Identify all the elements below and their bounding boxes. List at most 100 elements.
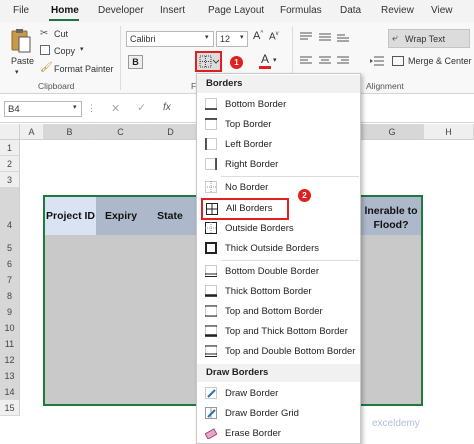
merge-center-button[interactable]: Merge & Center <box>408 56 472 66</box>
menu-item-top-and-double-bottom-border[interactable]: Top and Double Bottom Border <box>197 342 360 362</box>
menu-item-draw-border[interactable]: Draw Border <box>197 384 360 404</box>
menu-item-top-and-bottom-border[interactable]: Top and Bottom Border <box>197 302 360 322</box>
column-header-g[interactable]: G <box>361 124 424 140</box>
tab-insert[interactable]: Insert <box>160 5 185 16</box>
menu-item-left-border[interactable]: Left Border <box>197 135 360 155</box>
row-header-13[interactable]: 13 <box>0 368 20 384</box>
menu-item-label: No Border <box>225 182 269 193</box>
menu-item-label: Thick Bottom Border <box>225 286 312 297</box>
row-header-4[interactable]: 4 <box>0 188 20 240</box>
left-border-icon <box>205 138 217 150</box>
menu-item-label: Thick Outside Borders <box>225 243 319 254</box>
all-borders-icon <box>206 203 218 215</box>
tab-review[interactable]: Review <box>381 5 414 16</box>
menu-item-thick-outside-borders[interactable]: Thick Outside Borders <box>197 239 360 259</box>
wrap-text-label: Wrap Text <box>405 34 446 44</box>
merge-icon <box>392 56 404 66</box>
borders-button[interactable] <box>195 51 222 72</box>
menu-bar: File Home Developer Insert Page Layout F… <box>0 0 474 22</box>
header-flood-line2: Flood? <box>373 219 409 231</box>
tab-view[interactable]: View <box>431 5 453 16</box>
paste-icon[interactable] <box>10 28 32 54</box>
menu-item-top-border[interactable]: Top Border <box>197 115 360 135</box>
menu-item-outside-borders[interactable]: Outside Borders <box>197 219 360 239</box>
row-header-7[interactable]: 7 <box>0 272 20 288</box>
draw-borders-section-header: Draw Borders <box>197 364 360 382</box>
row-header-1[interactable]: 1 <box>0 140 20 156</box>
header-project-id: Project ID <box>45 210 95 222</box>
row-header-14[interactable]: 14 <box>0 384 20 400</box>
align-bottom-icon[interactable] <box>337 32 349 42</box>
align-middle-icon[interactable] <box>319 32 331 42</box>
column-header-h[interactable]: H <box>424 124 474 140</box>
copy-chevron-icon[interactable]: ▾ <box>80 45 84 53</box>
row-header-3[interactable]: 3 <box>0 172 20 188</box>
menu-item-no-border[interactable]: No Border <box>197 178 360 198</box>
select-all-corner[interactable] <box>0 124 20 140</box>
column-header-c[interactable]: C <box>96 124 146 140</box>
menu-item-label: Draw Border <box>225 388 279 399</box>
menu-item-top-and-thick-bottom-border[interactable]: Top and Thick Bottom Border <box>197 322 360 342</box>
menu-item-label: All Borders <box>226 203 273 214</box>
header-state: State <box>157 210 183 222</box>
font-name-select[interactable]: Calibri ▾ <box>126 31 214 47</box>
row-header-10[interactable]: 10 <box>0 320 20 336</box>
eraser-icon <box>205 428 217 439</box>
tab-developer[interactable]: Developer <box>98 5 144 16</box>
tab-page-layout[interactable]: Page Layout <box>208 5 264 16</box>
menu-item-bottom-double-border[interactable]: Bottom Double Border <box>197 262 360 282</box>
paste-button[interactable]: Paste <box>11 56 34 66</box>
menu-separator <box>221 176 359 177</box>
font-size-select[interactable]: 12 ▾ <box>216 31 248 47</box>
menu-item-all-borders[interactable]: All Borders <box>201 198 289 220</box>
increase-font-icon[interactable]: A^ <box>253 30 263 42</box>
enter-icon[interactable]: ✓ <box>137 101 146 114</box>
row-header-12[interactable]: 12 <box>0 352 20 368</box>
tab-formulas[interactable]: Formulas <box>280 5 322 16</box>
cut-button[interactable]: Cut <box>54 29 68 39</box>
tab-data[interactable]: Data <box>340 5 361 16</box>
align-left-icon[interactable] <box>300 56 312 66</box>
wrap-text-button[interactable]: ⤶ Wrap Text <box>388 29 470 48</box>
row-header-2[interactable]: 2 <box>0 156 20 172</box>
tab-home[interactable]: Home <box>51 5 79 16</box>
cancel-icon[interactable]: ✕ <box>111 102 120 115</box>
row-header-8[interactable]: 8 <box>0 288 20 304</box>
all-borders-icon <box>199 55 220 68</box>
format-painter-button[interactable]: Format Painter <box>54 64 114 74</box>
menu-item-draw-border-grid[interactable]: Draw Border Grid <box>197 404 360 424</box>
row-header-6[interactable]: 6 <box>0 256 20 272</box>
align-center-icon[interactable] <box>319 56 331 66</box>
align-top-icon[interactable] <box>300 32 312 42</box>
tab-file[interactable]: File <box>13 5 29 16</box>
row-header-9[interactable]: 9 <box>0 304 20 320</box>
indent-icon[interactable] <box>370 56 384 66</box>
name-box[interactable]: B4 ▾ <box>4 101 82 117</box>
menu-item-erase-border[interactable]: Erase Border <box>197 424 360 444</box>
pencil-grid-icon <box>205 407 217 419</box>
thick-outside-borders-icon <box>205 242 217 254</box>
menu-item-bottom-border[interactable]: Bottom Border <box>197 95 360 115</box>
row-header-11[interactable]: 11 <box>0 336 20 352</box>
menu-item-label: Left Border <box>225 139 272 150</box>
column-header-b[interactable]: B <box>44 124 96 140</box>
top-bottom-border-icon <box>205 305 217 317</box>
copy-button[interactable]: Copy <box>54 46 75 56</box>
chevron-down-icon[interactable]: ▾ <box>273 56 277 64</box>
bottom-double-border-icon <box>205 265 217 277</box>
menu-item-right-border[interactable]: Right Border <box>197 155 360 175</box>
row-header-15[interactable]: 15 <box>0 400 20 416</box>
column-header-a[interactable]: A <box>20 124 44 140</box>
bold-button[interactable]: B <box>128 55 143 69</box>
menu-item-thick-bottom-border[interactable]: Thick Bottom Border <box>197 282 360 302</box>
paste-chevron-icon[interactable]: ▾ <box>15 68 19 76</box>
align-right-icon[interactable] <box>337 56 349 66</box>
decrease-font-icon[interactable]: Av <box>269 31 279 42</box>
format-painter-icon: 🖌 <box>40 62 53 73</box>
column-header-d[interactable]: D <box>146 124 196 140</box>
row-header-5[interactable]: 5 <box>0 240 20 256</box>
function-icon[interactable]: fx <box>163 102 171 113</box>
chevron-down-icon: ▾ <box>205 34 209 41</box>
font-color-icon[interactable]: A <box>261 52 269 66</box>
top-thick-bottom-border-icon <box>205 325 217 337</box>
